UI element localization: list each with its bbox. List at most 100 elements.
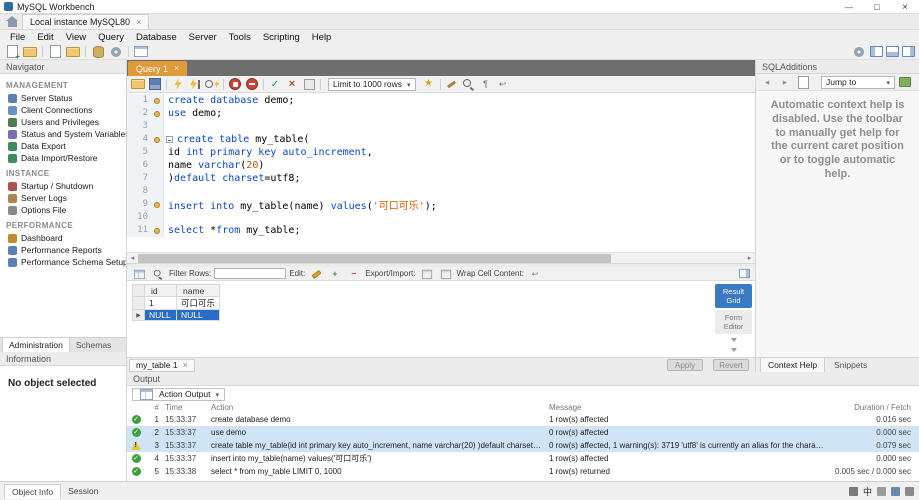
save-script-icon[interactable] (147, 77, 163, 91)
apply-button[interactable]: Apply (667, 359, 703, 371)
delete-row-icon[interactable] (347, 268, 361, 280)
close-icon[interactable] (183, 361, 188, 370)
column-header-action[interactable]: Action (205, 403, 545, 412)
close-icon[interactable] (136, 18, 141, 27)
sidebar-item-server-logs[interactable]: Server Logs (0, 192, 126, 204)
toggle-secondary-sidebar-icon[interactable] (902, 46, 915, 57)
tray-icon[interactable] (891, 487, 900, 496)
server-administration-icon[interactable] (108, 45, 124, 59)
output-row[interactable]: 415:33:37insert into my_table(name) valu… (127, 452, 919, 465)
rollback-icon[interactable] (284, 77, 300, 91)
result-cell[interactable]: 可口可乐 (177, 297, 220, 310)
column-header-time[interactable]: Time (159, 403, 205, 412)
sidebar-item-server-status[interactable]: Server Status (0, 92, 126, 104)
editor-horizontal-scrollbar[interactable]: ◂ ▸ (127, 252, 755, 263)
search-icon[interactable] (151, 268, 165, 280)
filter-rows-input[interactable] (214, 268, 286, 279)
sql-editor[interactable]: 1create database demo;2use demo;34create… (127, 93, 755, 252)
menu-query[interactable]: Query (92, 32, 130, 43)
result-cell[interactable]: 1 (145, 297, 177, 310)
home-tab[interactable] (2, 14, 22, 29)
wrap-content-icon[interactable] (528, 268, 542, 280)
sidebar-item-status-and-system-variables[interactable]: Status and System Variables (0, 128, 126, 140)
manual-icon[interactable] (897, 75, 913, 89)
chevron-down-icon[interactable] (731, 338, 737, 342)
sidebar-item-performance-schema-setup[interactable]: Performance Schema Setup (0, 256, 126, 268)
menu-edit[interactable]: Edit (31, 32, 59, 43)
toggle-autocommit-icon[interactable] (301, 77, 317, 91)
close-icon[interactable] (174, 64, 179, 73)
result-row[interactable]: 1可口可乐 (133, 297, 220, 310)
toggle-stop-on-error-icon[interactable] (244, 77, 260, 91)
output-row[interactable]: 215:33:37use demo0 row(s) affected0.000 … (127, 426, 919, 439)
revert-button[interactable]: Revert (713, 359, 749, 371)
grid-view-icon[interactable] (132, 268, 146, 280)
find-icon[interactable] (461, 77, 477, 91)
stop-icon[interactable] (227, 77, 243, 91)
ime-indicator[interactable]: 中 (863, 485, 872, 498)
code-line[interactable]: 7)default charset=utf8; (127, 172, 755, 185)
open-sql-script-icon[interactable] (22, 45, 38, 59)
scrollbar-track[interactable] (138, 253, 744, 264)
sidebar-tab-administration[interactable]: Administration (2, 337, 70, 352)
toggle-output-area-icon[interactable] (886, 46, 899, 57)
sidebar-item-client-connections[interactable]: Client Connections (0, 104, 126, 116)
close-button[interactable] (891, 0, 919, 14)
sidebar-item-users-and-privileges[interactable]: Users and Privileges (0, 116, 126, 128)
tab-context-help[interactable]: Context Help (760, 357, 825, 372)
sidebar-item-data-import-restore[interactable]: Data Import/Restore (0, 152, 126, 164)
menu-help[interactable]: Help (306, 32, 338, 43)
column-header-[interactable]: # (145, 403, 159, 412)
column-header-name[interactable]: name (177, 285, 220, 297)
column-header-message[interactable]: Message (545, 403, 824, 412)
result-cell[interactable]: NULL (145, 310, 177, 321)
menu-scripting[interactable]: Scripting (257, 32, 306, 43)
explain-icon[interactable] (204, 77, 220, 91)
statusbar-tab-object-info[interactable]: Object Info (4, 484, 61, 499)
scrollbar-thumb[interactable] (138, 254, 611, 263)
code-line[interactable]: 2use demo; (127, 107, 755, 120)
tab-snippets[interactable]: Snippets (827, 358, 874, 372)
statusbar-tab-session[interactable]: Session (61, 484, 105, 499)
sidebar-item-options-file[interactable]: Options File (0, 204, 126, 216)
preferences-icon[interactable] (851, 45, 867, 59)
code-line[interactable]: 10 (127, 211, 755, 224)
menu-server[interactable]: Server (183, 32, 223, 43)
forward-icon[interactable] (777, 75, 793, 89)
result-row[interactable]: ▶NULLNULL (133, 310, 220, 321)
menu-file[interactable]: File (4, 32, 31, 43)
code-line[interactable]: 4create table my_table( (127, 133, 755, 146)
tray-icon[interactable] (877, 487, 886, 496)
sidebar-item-data-export[interactable]: Data Export (0, 140, 126, 152)
menu-view[interactable]: View (60, 32, 92, 43)
table-data-import-icon[interactable] (133, 45, 149, 59)
menu-tools[interactable]: Tools (223, 32, 257, 43)
code-line[interactable]: 1create database demo; (127, 94, 755, 107)
tray-icon[interactable] (849, 487, 858, 496)
edit-cell-icon[interactable] (309, 268, 323, 280)
back-icon[interactable] (759, 75, 775, 89)
wrap-text-icon[interactable] (495, 77, 511, 91)
minimize-button[interactable] (835, 0, 863, 14)
execute-current-statement-icon[interactable] (187, 77, 203, 91)
code-line[interactable]: 5id int primary key auto_increment, (127, 146, 755, 159)
side-tab-form-editor[interactable]: Form Editor (715, 310, 752, 334)
open-script-icon[interactable] (130, 77, 146, 91)
toggle-result-panel-icon[interactable] (739, 269, 750, 278)
connection-tab[interactable]: Local instance MySQL80 (22, 14, 149, 29)
output-row[interactable]: 515:33:38select * from my_table LIMIT 0,… (127, 465, 919, 478)
chevron-down-icon[interactable] (731, 348, 737, 352)
result-cell[interactable]: NULL (177, 310, 220, 321)
tab-query-1[interactable]: Query 1 (128, 61, 187, 76)
output-row[interactable]: 115:33:37create database demo1 row(s) af… (127, 413, 919, 426)
menu-database[interactable]: Database (130, 32, 183, 43)
column-header-duration-fetch[interactable]: Duration / Fetch (824, 403, 919, 412)
maximize-button[interactable] (863, 0, 891, 14)
add-row-icon[interactable] (328, 268, 342, 280)
column-header-id[interactable]: id (145, 285, 177, 297)
code-line[interactable]: 9insert into my_table(name) values('可口可乐… (127, 198, 755, 211)
sidebar-item-performance-reports[interactable]: Performance Reports (0, 244, 126, 256)
save-snippet-icon[interactable] (421, 77, 437, 91)
sidebar-item-dashboard[interactable]: Dashboard (0, 232, 126, 244)
open-model-icon[interactable] (65, 45, 81, 59)
